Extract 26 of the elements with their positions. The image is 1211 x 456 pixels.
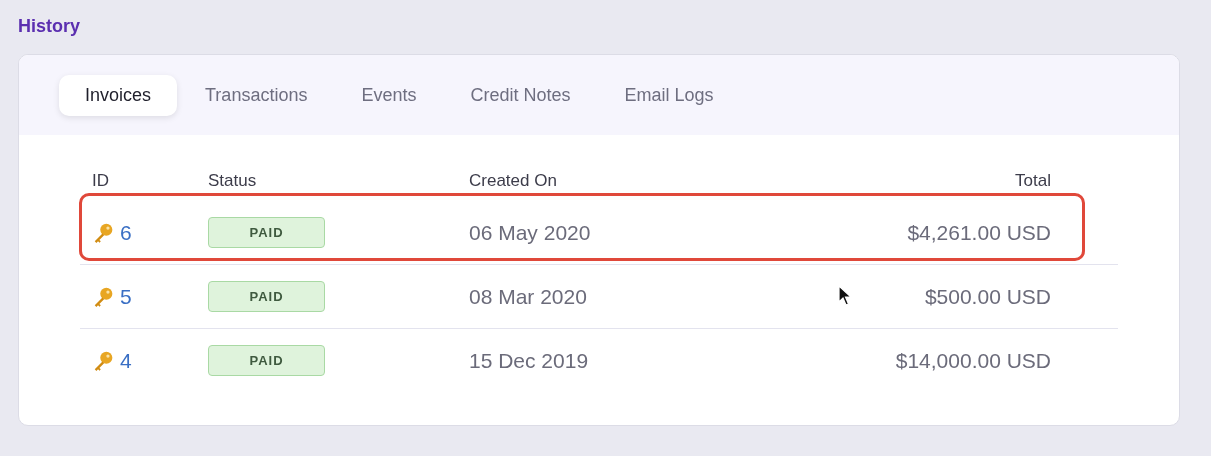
key-icon: [92, 349, 114, 372]
tab[interactable]: Transactions: [179, 74, 334, 116]
tab[interactable]: Email Logs: [598, 74, 740, 116]
section-title: History: [18, 16, 81, 38]
table-cell-text: 08 Mar 2020: [469, 284, 588, 309]
key-icon: [92, 285, 114, 308]
invoice-id-link[interactable]: 4: [120, 348, 132, 373]
invoice-id-link[interactable]: 5: [120, 284, 132, 309]
key-icon: [92, 221, 114, 244]
column-header: Created On: [469, 171, 558, 191]
tab[interactable]: Events: [335, 74, 443, 116]
invoice-id-link[interactable]: 6: [120, 220, 132, 245]
status-badge: PAID: [208, 345, 325, 376]
status-badge: PAID: [208, 217, 325, 248]
mouse-pointer-icon: [838, 285, 852, 307]
column-header: Total: [1015, 171, 1051, 191]
column-header: ID: [92, 171, 110, 191]
status-badge: PAID: [208, 281, 325, 312]
table-cell: $4,261.00 USD: [907, 220, 1051, 245]
column-header: Status: [208, 171, 258, 191]
table-cell-text: 15 Dec 2019: [469, 348, 590, 373]
table-cell-text: 06 May 2020: [469, 220, 592, 245]
tab[interactable]: Credit Notes: [444, 74, 597, 116]
table-cell: $500.00 USD: [924, 284, 1051, 309]
table-cell: $14,000.00 USD: [895, 348, 1051, 373]
tab[interactable]: Invoices: [59, 74, 178, 116]
